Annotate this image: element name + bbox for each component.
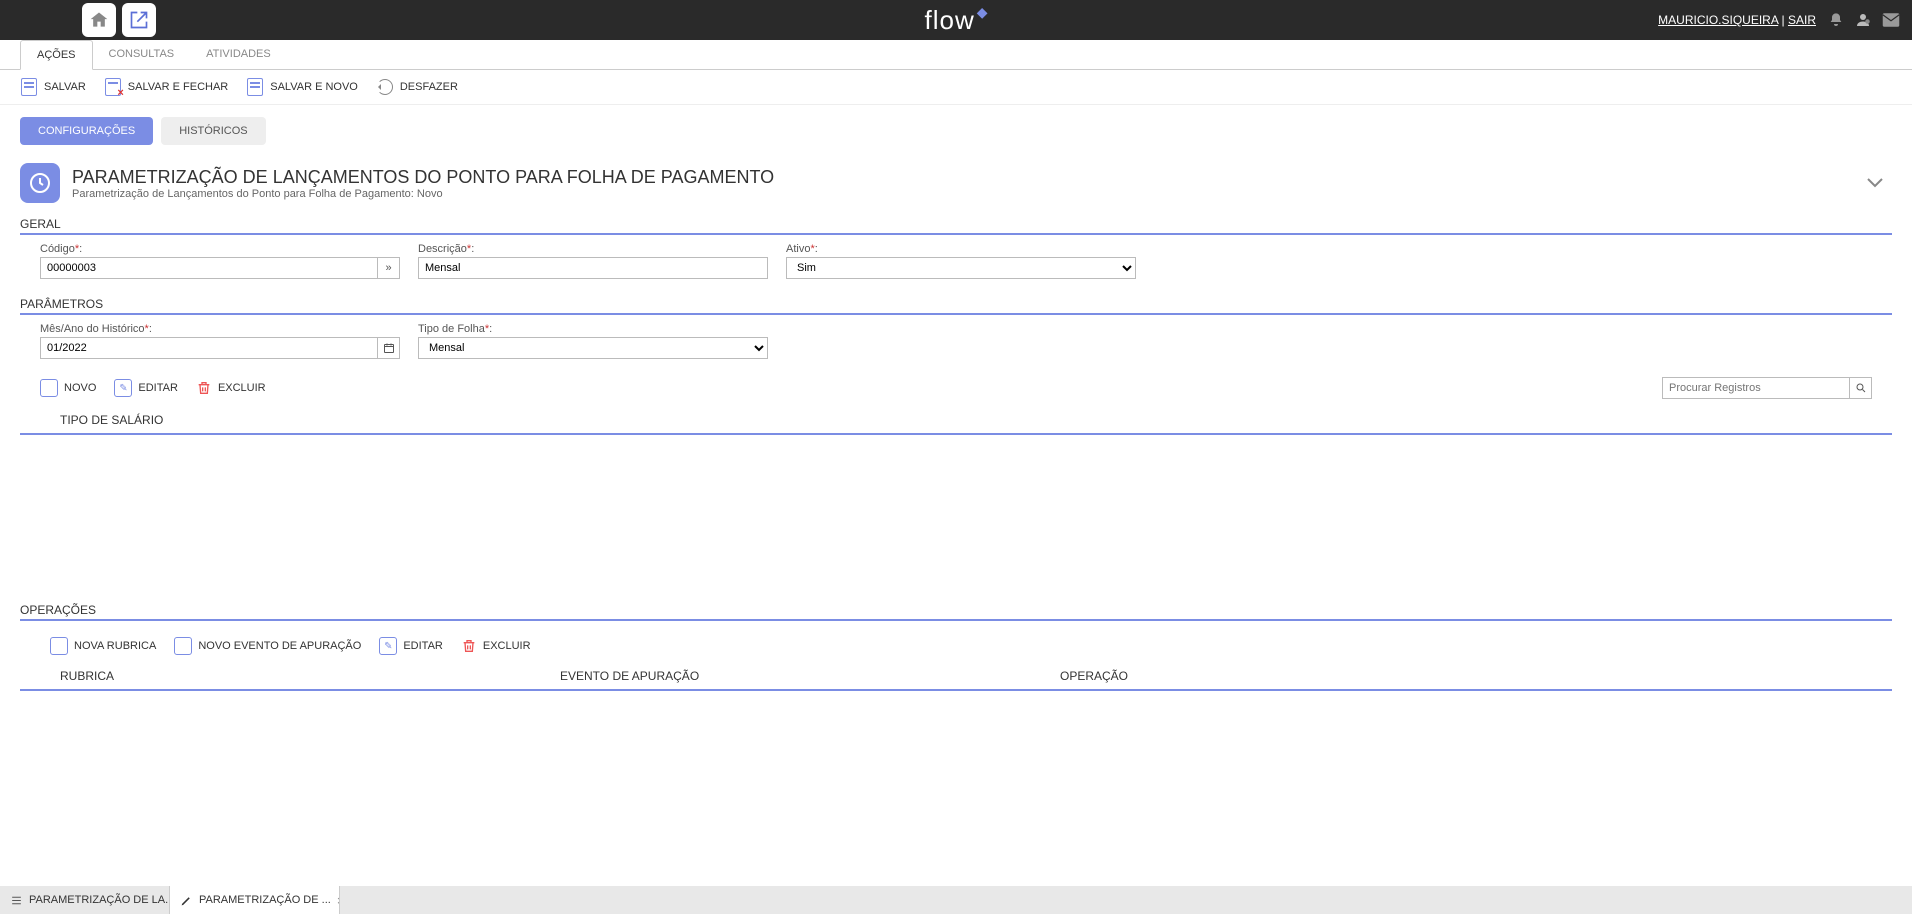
bottom-tab-1[interactable]: PARAMETRIZAÇÃO DE LA... × [0, 886, 170, 914]
logo-text: flow [924, 5, 974, 36]
logout-link[interactable]: SAIR [1788, 13, 1816, 27]
desfazer-button[interactable]: DESFAZER [376, 78, 458, 96]
search-wrap [1662, 377, 1872, 399]
section-geral: GERAL [20, 213, 1892, 235]
page-title-block: PARAMETRIZAÇÃO DE LANÇAMENTOS DO PONTO P… [72, 167, 774, 200]
tab-configuracoes[interactable]: CONFIGURAÇÕES [20, 117, 153, 145]
novo-button[interactable]: NOVO [40, 379, 96, 397]
editar-button[interactable]: ✎ EDITAR [114, 379, 178, 397]
operacoes-columns: RUBRICA EVENTO DE APURAÇÃO OPERAÇÃO [20, 663, 1892, 691]
save-close-icon [104, 78, 122, 96]
field-descricao: Descrição*: [418, 243, 768, 279]
tab-historicos[interactable]: HISTÓRICOS [161, 117, 265, 145]
form-row-geral: Código*: » Descrição*: Ativo*: Sim [0, 243, 1912, 289]
salvar-fechar-button[interactable]: SALVAR E FECHAR [104, 78, 228, 96]
topbar-left-icons [82, 3, 156, 37]
tipo-folha-select[interactable]: Mensal [418, 337, 768, 359]
col-rubrica: RUBRICA [60, 669, 560, 683]
page-subtitle: Parametrização de Lançamentos do Ponto p… [72, 188, 774, 200]
search-button[interactable] [1849, 378, 1871, 398]
tipo-salario-grid-body [0, 435, 1912, 595]
page-title: PARAMETRIZAÇÃO DE LANÇAMENTOS DO PONTO P… [72, 167, 774, 188]
tipo-folha-label: Tipo de Folha*: [418, 323, 768, 335]
field-mes-ano: Mês/Ano do Histórico*: [40, 323, 400, 359]
nav-tab-acoes[interactable]: AÇÕES [20, 40, 93, 70]
col-evento: EVENTO DE APURAÇÃO [560, 669, 1060, 683]
calendar-icon[interactable] [377, 338, 399, 358]
codigo-lookup-button[interactable]: » [377, 258, 399, 278]
edit-icon: ✎ [114, 379, 132, 397]
logo-accent-icon: ◆ [977, 4, 988, 21]
action-toolbar: SALVAR SALVAR E FECHAR SALVAR E NOVO DES… [0, 70, 1912, 105]
excluir-button[interactable]: EXCLUIR [196, 380, 266, 396]
nova-rubrica-button[interactable]: NOVA RUBRICA [50, 637, 156, 655]
codigo-input[interactable] [41, 258, 377, 278]
list-icon [10, 894, 23, 907]
logo-area: flow ◆ [924, 5, 987, 36]
ativo-label: Ativo*: [786, 243, 1136, 255]
field-ativo: Ativo*: Sim [786, 243, 1136, 279]
ativo-select[interactable]: Sim [786, 257, 1136, 279]
tipo-salario-toolbar: NOVO ✎ EDITAR EXCLUIR [0, 369, 1912, 407]
field-tipo-folha: Tipo de Folha*: Mensal [418, 323, 768, 359]
editar-operacao-button[interactable]: ✎ EDITAR [379, 637, 443, 655]
undo-icon [376, 78, 394, 96]
pencil-icon [180, 894, 193, 907]
field-codigo: Código*: » [40, 243, 400, 279]
codigo-label: Código*: [40, 243, 400, 255]
support-icon[interactable] [1854, 11, 1872, 29]
form-row-parametros: Mês/Ano do Histórico*: Tipo de Folha*: M… [0, 323, 1912, 369]
close-icon[interactable]: × [337, 893, 340, 908]
topbar: flow ◆ MAURICIO.SIQUEIRA | SAIR [0, 0, 1912, 40]
col-operacao: OPERAÇÃO [1060, 669, 1852, 683]
novo-evento-button[interactable]: NOVO EVENTO DE APURAÇÃO [174, 637, 361, 655]
trash-icon [461, 638, 477, 654]
nav-tab-atividades[interactable]: ATIVIDADES [190, 40, 287, 69]
section-operacoes: OPERAÇÕES [20, 599, 1892, 621]
bottom-tabs: PARAMETRIZAÇÃO DE LA... × PARAMETRIZAÇÃO… [0, 886, 1912, 914]
open-icon[interactable] [122, 3, 156, 37]
user-link[interactable]: MAURICIO.SIQUEIRA [1658, 13, 1778, 27]
salvar-novo-button[interactable]: SALVAR E NOVO [246, 78, 358, 96]
mes-ano-label: Mês/Ano do Histórico*: [40, 323, 400, 335]
plus-icon [40, 379, 58, 397]
plus-icon [50, 637, 68, 655]
user-label: MAURICIO.SIQUEIRA | SAIR [1658, 13, 1816, 27]
nav-tab-consultas[interactable]: CONSULTAS [93, 40, 191, 69]
descricao-label: Descrição*: [418, 243, 768, 255]
search-input[interactable] [1663, 378, 1849, 398]
tipo-salario-header: TIPO DE SALÁRIO [20, 407, 1892, 435]
mes-ano-input[interactable] [41, 338, 377, 358]
subtabs: CONFIGURAÇÕES HISTÓRICOS [0, 105, 1912, 157]
topbar-right: MAURICIO.SIQUEIRA | SAIR [1658, 11, 1900, 29]
section-parametros: PARÂMETROS [20, 293, 1892, 315]
operacoes-toolbar: NOVA RUBRICA NOVO EVENTO DE APURAÇÃO ✎ E… [0, 629, 1912, 663]
bottom-tab-2[interactable]: PARAMETRIZAÇÃO DE ... × [170, 886, 340, 914]
topbar-utility-icons [1828, 11, 1900, 29]
descricao-input[interactable] [419, 258, 767, 278]
nav-tabs: AÇÕES CONSULTAS ATIVIDADES [0, 40, 1912, 70]
trash-icon [196, 380, 212, 396]
page-header: PARAMETRIZAÇÃO DE LANÇAMENTOS DO PONTO P… [0, 157, 1912, 209]
plus-icon [174, 637, 192, 655]
excluir-operacao-button[interactable]: EXCLUIR [461, 638, 531, 654]
edit-icon: ✎ [379, 637, 397, 655]
bell-icon[interactable] [1828, 12, 1844, 28]
chevron-down-icon[interactable] [1866, 177, 1892, 189]
mail-icon[interactable] [1882, 12, 1900, 28]
save-new-icon [246, 78, 264, 96]
clock-icon [20, 163, 60, 203]
save-icon [20, 78, 38, 96]
home-icon[interactable] [82, 3, 116, 37]
salvar-button[interactable]: SALVAR [20, 78, 86, 96]
